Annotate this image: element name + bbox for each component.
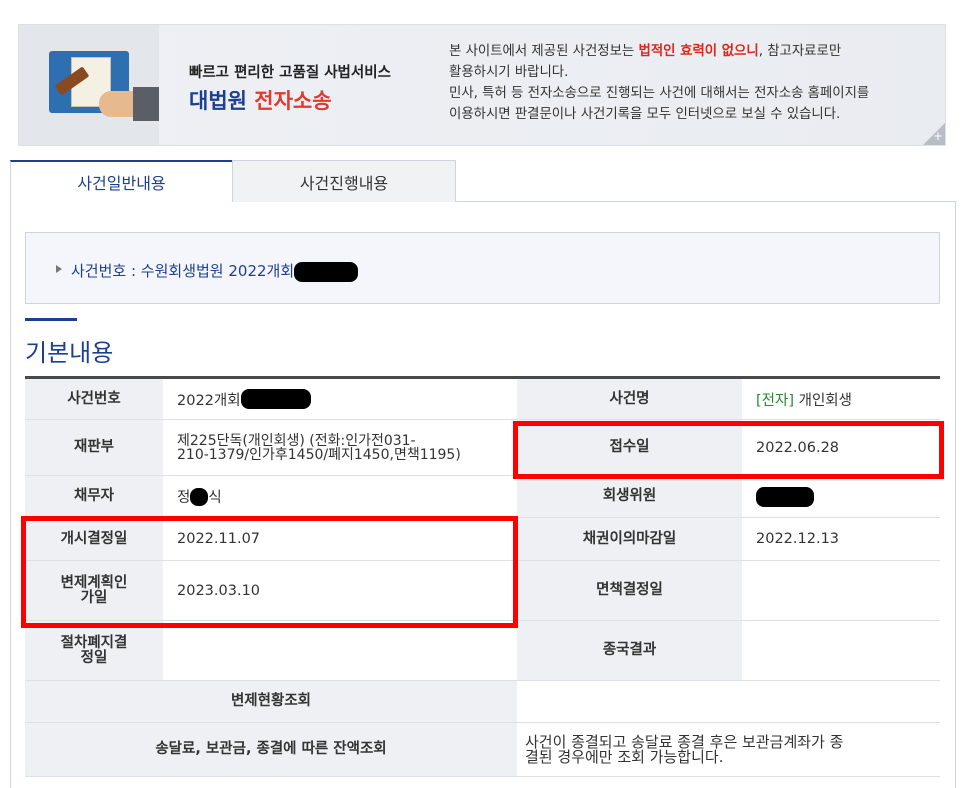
final-result-header: 종국결과 [517,621,742,681]
triangle-bullet-icon [56,265,62,273]
tab-case-general[interactable]: 사건일반내용 [10,160,232,202]
case-number-value: 2022개회 [163,379,517,420]
highlight-start-plan-dates [21,516,518,628]
balance-inquiry-note: 사건이 종결되고 송달료 종결 후은 보관금계좌가 종 결된 경우에만 조회 가… [517,723,940,777]
redacted-block [190,487,209,506]
debtor-header: 채무자 [25,476,163,518]
abolish-date-value [163,621,517,681]
court-gavel-illustration [19,25,159,145]
banner: 빠르고 편리한 고품질 사법서비스 대법원 전자소송 본 사이트에서 제공된 사… [18,24,946,146]
commissioner-header: 회생위원 [517,476,742,518]
division-value: 제225단독(개인회생) (전화:인가전031- 210-1379/인가후145… [163,420,517,476]
discharge-date-value [742,561,940,621]
repayment-status-value [517,681,940,723]
debtor-value: 정식 [163,476,517,518]
final-result-value [742,621,940,681]
banner-notice: 본 사이트에서 제공된 사건정보는 법적인 효력이 없으니, 참고자료로만 활용… [449,44,870,122]
case-name-value: [전자] 개인회생 [742,379,940,420]
tab-case-progress[interactable]: 사건진행내용 [232,160,456,202]
redacted-block [294,261,359,282]
repayment-status-header[interactable]: 변제현황조회 [25,681,517,723]
banner-slogan: 빠르고 편리한 고품질 사법서비스 [189,65,391,81]
case-number-label: 사건번호 : 수원회생법원 2022개회 [71,260,359,282]
case-name-header: 사건명 [517,379,742,420]
objection-deadline-header: 채권이의마감일 [517,518,742,561]
case-number-header: 사건번호 [25,379,163,420]
balance-inquiry-header[interactable]: 송달료, 보관금, 종결에 따른 잔액조회 [25,723,517,777]
discharge-date-header: 면책결정일 [517,561,742,621]
abolish-date-header: 절차폐지결 정일 [25,621,163,681]
banner-more-icon[interactable]: + [923,123,945,145]
case-number-box: 사건번호 : 수원회생법원 2022개회 [25,232,940,304]
redacted-block [756,486,814,507]
redacted-block [240,389,311,409]
highlight-receipt-date [513,421,944,479]
division-header: 재판부 [25,420,163,476]
objection-deadline-value: 2022.12.13 [742,518,940,561]
commissioner-value [742,476,940,518]
section-title: 기본내용 [25,339,114,367]
banner-brand[interactable]: 대법원 전자소송 [189,85,332,115]
